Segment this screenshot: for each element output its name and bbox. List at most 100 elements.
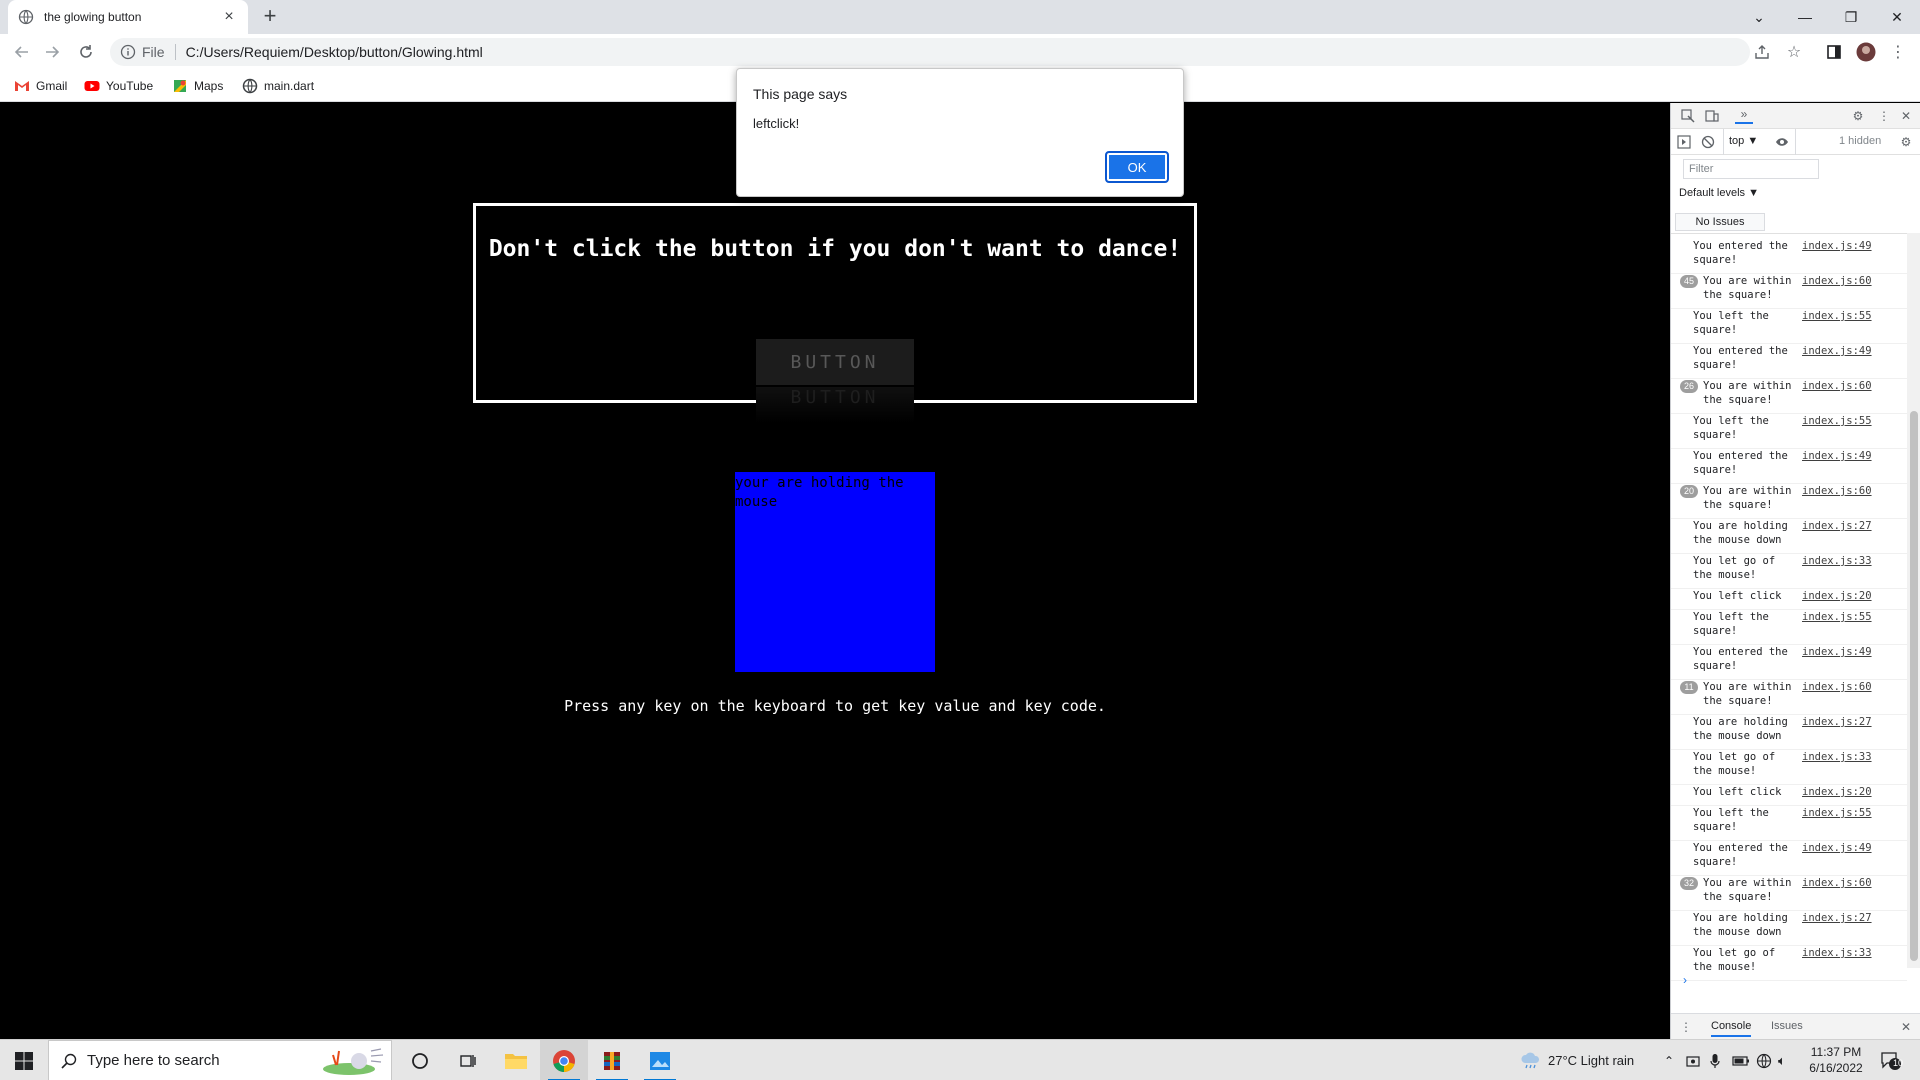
battery-icon[interactable] [1732,1040,1750,1080]
photos-icon[interactable] [636,1040,684,1080]
context-selector[interactable]: top ▼ [1729,135,1758,147]
source-link[interactable]: index.js:33 [1802,946,1872,960]
source-link[interactable]: index.js:33 [1802,554,1872,568]
source-link[interactable]: index.js:49 [1802,841,1872,855]
profile-avatar[interactable] [1856,42,1876,62]
volume-icon[interactable]: 🔈︎ [1778,1040,1786,1080]
forward-icon[interactable] [40,40,64,64]
console-message: You are holding the mouse down index.js:2… [1671,519,1907,554]
chrome-taskbar-icon[interactable] [540,1040,588,1080]
devtools-close-icon[interactable]: ✕ [1897,107,1915,125]
minimize-icon[interactable]: — [1782,0,1828,34]
source-link[interactable]: index.js:27 [1802,911,1872,925]
console-filter-input[interactable]: Filter [1683,159,1819,179]
console-scrollbar[interactable] [1907,233,1920,968]
source-link[interactable]: index.js:20 [1802,785,1872,799]
share-icon[interactable] [1752,42,1772,62]
alert-dialog: This page says leftclick! OK [736,68,1184,197]
source-link[interactable]: index.js:20 [1802,589,1872,603]
bookmark-main-dart[interactable]: main.dart [242,78,314,94]
log-levels-dropdown[interactable]: Default levels ▼ [1679,187,1759,199]
url-divider [174,44,176,60]
console-message-text: You are holding the mouse down [1693,912,1788,938]
source-link[interactable]: index.js:49 [1802,239,1872,253]
close-window-icon[interactable]: ✕ [1874,0,1920,34]
winrar-icon[interactable] [588,1040,636,1080]
bookmark-gmail[interactable]: Gmail [14,78,67,94]
eye-icon[interactable] [1773,133,1791,151]
bookmark-maps[interactable]: Maps [172,78,223,94]
issues-button[interactable]: No Issues [1675,213,1765,231]
source-link[interactable]: index.js:55 [1802,309,1872,323]
inspect-element-icon[interactable] [1679,107,1697,125]
microphone-icon[interactable] [1710,1040,1720,1080]
address-bar[interactable]: File C:/Users/Requiem/Desktop/button/Glo… [110,38,1750,66]
source-link[interactable]: index.js:60 [1802,680,1872,694]
console-message-text: You entered the square! [1693,646,1788,672]
bookmark-youtube[interactable]: YouTube [84,78,153,94]
device-toolbar-icon[interactable] [1703,107,1721,125]
browser-tab[interactable]: the glowing button × [8,0,248,34]
bookmark-label: Maps [194,79,224,93]
more-panels-icon[interactable]: » [1735,106,1753,124]
glowing-button[interactable]: BUTTON [756,339,914,385]
cortana-icon[interactable] [396,1040,444,1080]
source-link[interactable]: index.js:49 [1802,645,1872,659]
repeat-count-badge: 32 [1680,877,1698,890]
source-link[interactable]: index.js:55 [1802,414,1872,428]
source-link[interactable]: index.js:60 [1802,379,1872,393]
source-link[interactable]: index.js:27 [1802,715,1872,729]
tab-console[interactable]: Console [1711,1020,1752,1037]
alert-ok-button[interactable]: OK [1105,151,1169,183]
notification-center[interactable]: 10 [1880,1040,1903,1080]
repeat-count-badge: 45 [1680,275,1698,288]
console-message: You are holding the mouse down index.js:2… [1671,911,1907,946]
tab-issues[interactable]: Issues [1771,1020,1803,1032]
network-icon[interactable] [1756,1040,1772,1080]
console-message-text: You entered the square! [1693,450,1788,476]
source-link[interactable]: index.js:55 [1802,610,1872,624]
source-link[interactable]: index.js:60 [1802,484,1872,498]
scrollbar-thumb[interactable] [1910,411,1918,961]
info-icon[interactable] [120,44,136,60]
repeat-count-badge: 26 [1680,380,1698,393]
reload-icon[interactable] [74,40,98,64]
devtools-settings-icon[interactable]: ⚙ [1849,107,1867,125]
restore-icon[interactable]: ❐ [1828,0,1874,34]
system-clock[interactable]: 11:37 PM 6/16/2022 [1800,1044,1872,1076]
console-message-text: You left the square! [1693,807,1769,833]
drawer-menu-icon[interactable]: ⋮ [1677,1018,1695,1036]
back-icon[interactable] [10,40,34,64]
meet-now-icon[interactable] [1686,1040,1700,1080]
show-hidden-icons[interactable]: ⌃ [1664,1040,1674,1080]
start-button[interactable] [0,1040,48,1080]
source-link[interactable]: index.js:49 [1802,344,1872,358]
console-toolbar: top ▼ 1 hidden ⚙ [1671,129,1920,155]
console-prompt[interactable]: › [1683,973,1687,987]
source-link[interactable]: index.js:55 [1802,806,1872,820]
taskbar-search-input[interactable]: Type here to search [48,1040,392,1080]
task-view-icon[interactable] [444,1040,492,1080]
devtools-menu-icon[interactable]: ⋮ [1875,107,1893,125]
bookmark-star-icon[interactable]: ☆ [1784,42,1804,62]
side-panel-icon[interactable] [1824,42,1844,62]
sidebar-toggle-icon[interactable] [1675,133,1693,151]
bookmark-label: Gmail [36,79,68,93]
source-link[interactable]: index.js:60 [1802,876,1872,890]
tab-title: the glowing button [44,10,142,24]
source-link[interactable]: index.js:27 [1802,519,1872,533]
new-tab-button[interactable]: + [258,5,282,29]
tab-close-icon[interactable]: × [220,8,238,26]
tab-search-icon[interactable]: ⌄ [1736,0,1782,34]
source-link[interactable]: index.js:49 [1802,449,1872,463]
file-explorer-icon[interactable] [492,1040,540,1080]
clear-console-icon[interactable] [1699,133,1717,151]
console-settings-icon[interactable]: ⚙ [1897,133,1915,151]
source-link[interactable]: index.js:60 [1802,274,1872,288]
source-link[interactable]: index.js:33 [1802,750,1872,764]
hover-square[interactable]: your are holding the mouse [735,472,935,672]
drawer-close-icon[interactable]: ✕ [1897,1018,1915,1036]
weather-widget[interactable]: 27°C Light rain [1520,1040,1634,1080]
url-text[interactable]: C:/Users/Requiem/Desktop/button/Glowing.… [186,44,483,60]
browser-menu-icon[interactable]: ⋮ [1888,42,1908,62]
